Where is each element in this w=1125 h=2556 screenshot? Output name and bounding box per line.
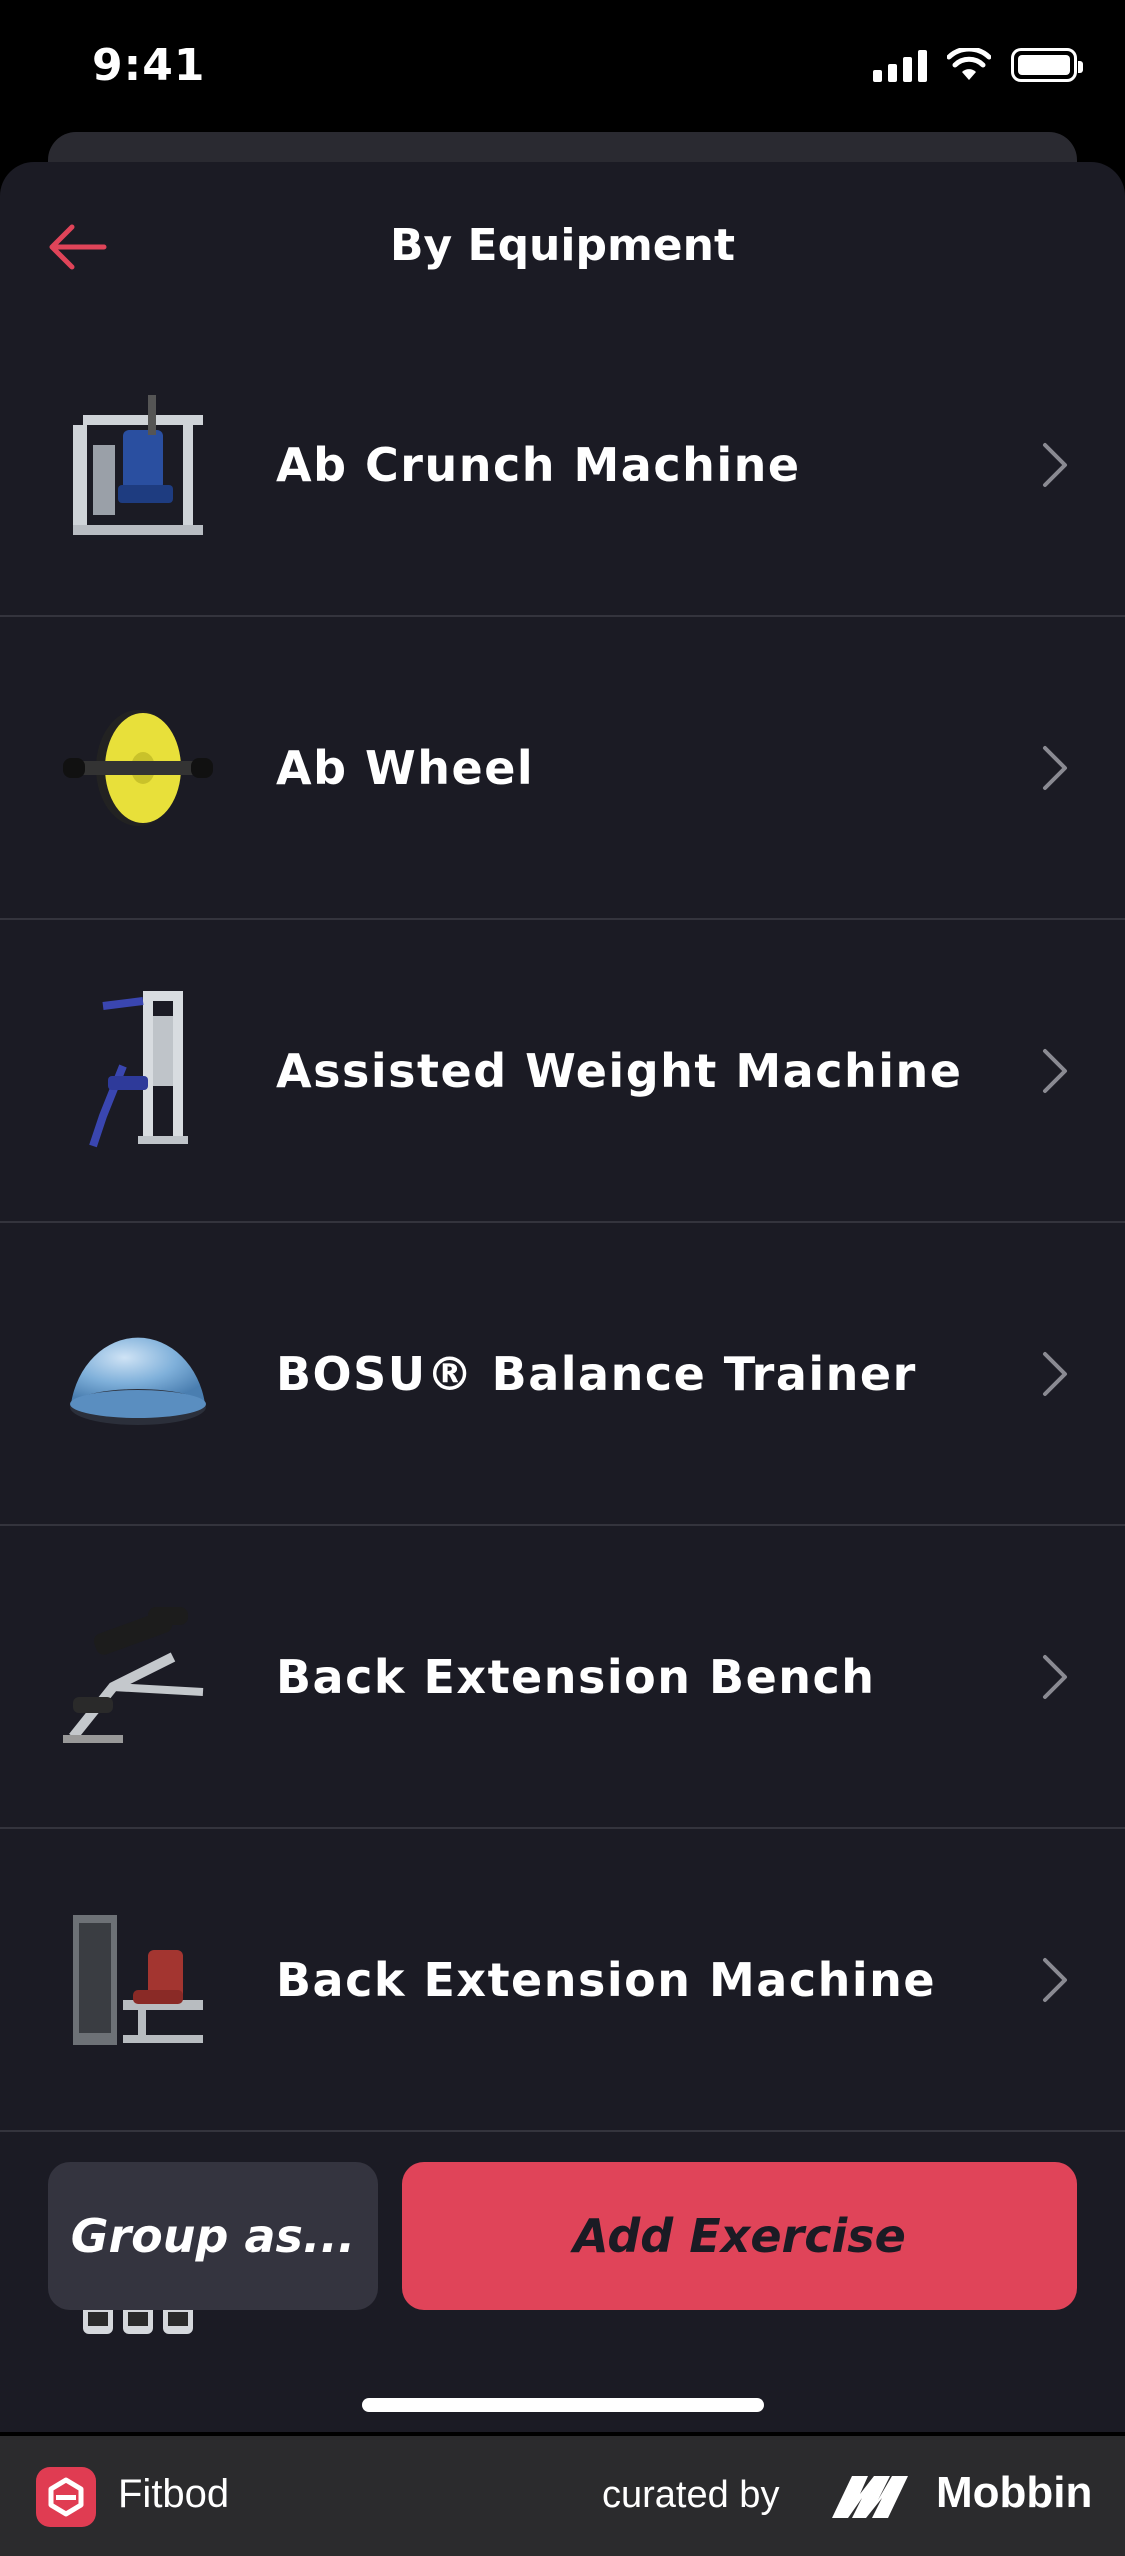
cellular-signal-icon: [873, 48, 927, 82]
bosu-ball-image: [48, 1284, 228, 1464]
equipment-row-back-extension-bench[interactable]: Back Extension Bench: [0, 1526, 1125, 1829]
nav-bar: By Equipment: [0, 162, 1125, 332]
page-title: By Equipment: [389, 220, 736, 271]
brand-name: Mobbin: [936, 2468, 1093, 2517]
bottom-actions: Group as... Add Exercise: [0, 2162, 1125, 2310]
equipment-label: BOSU® Balance Trainer: [276, 1346, 917, 1401]
mobbin-logo-icon: [832, 2476, 908, 2518]
fitbod-logo-icon: [36, 2467, 96, 2527]
chevron-right-icon: [1035, 1041, 1075, 1101]
chevron-right-icon: [1035, 1344, 1075, 1404]
ab-wheel-image: [48, 678, 228, 858]
equipment-label: Back Extension Machine: [276, 1952, 937, 2007]
status-bar: 9:41: [0, 0, 1125, 140]
equipment-label: Ab Crunch Machine: [276, 437, 801, 492]
equipment-row-assisted-weight-machine[interactable]: Assisted Weight Machine: [0, 920, 1125, 1223]
equipment-label: Back Extension Bench: [276, 1649, 876, 1704]
add-exercise-button[interactable]: Add Exercise: [402, 2162, 1077, 2310]
status-time: 9:41: [92, 40, 206, 91]
attribution-footer: Fitbod curated by Mobbin: [0, 2436, 1125, 2556]
chevron-right-icon: [1035, 738, 1075, 798]
chevron-right-icon: [1035, 435, 1075, 495]
wifi-icon: [947, 48, 991, 80]
chevron-right-icon: [1035, 1950, 1075, 2010]
equipment-row-ab-wheel[interactable]: Ab Wheel: [0, 617, 1125, 920]
equipment-list: Ab Crunch Machine Ab Wheel Assisted Weig…: [0, 314, 1125, 2432]
back-extension-machine-image: [48, 1890, 228, 2070]
equipment-label: Assisted Weight Machine: [276, 1043, 963, 1098]
home-indicator: [362, 2398, 764, 2412]
battery-icon: [1011, 48, 1083, 82]
assisted-weight-machine-image: [48, 981, 228, 1161]
equipment-label: Ab Wheel: [276, 740, 535, 795]
equipment-row-back-extension-machine[interactable]: Back Extension Machine: [0, 1829, 1125, 2132]
chevron-right-icon: [1035, 1647, 1075, 1707]
back-extension-bench-image: [48, 1587, 228, 1767]
group-as-button[interactable]: Group as...: [48, 2162, 378, 2310]
curated-by-text: curated by: [602, 2474, 780, 2516]
equipment-row-bosu-balance-trainer[interactable]: BOSU® Balance Trainer: [0, 1223, 1125, 1526]
status-icons: [873, 48, 1083, 82]
app-name: Fitbod: [118, 2472, 230, 2516]
equipment-row-ab-crunch-machine[interactable]: Ab Crunch Machine: [0, 314, 1125, 617]
equipment-sheet: By Equipment Ab Crunch Machine Ab Wheel …: [0, 162, 1125, 2432]
ab-crunch-machine-image: [48, 375, 228, 555]
